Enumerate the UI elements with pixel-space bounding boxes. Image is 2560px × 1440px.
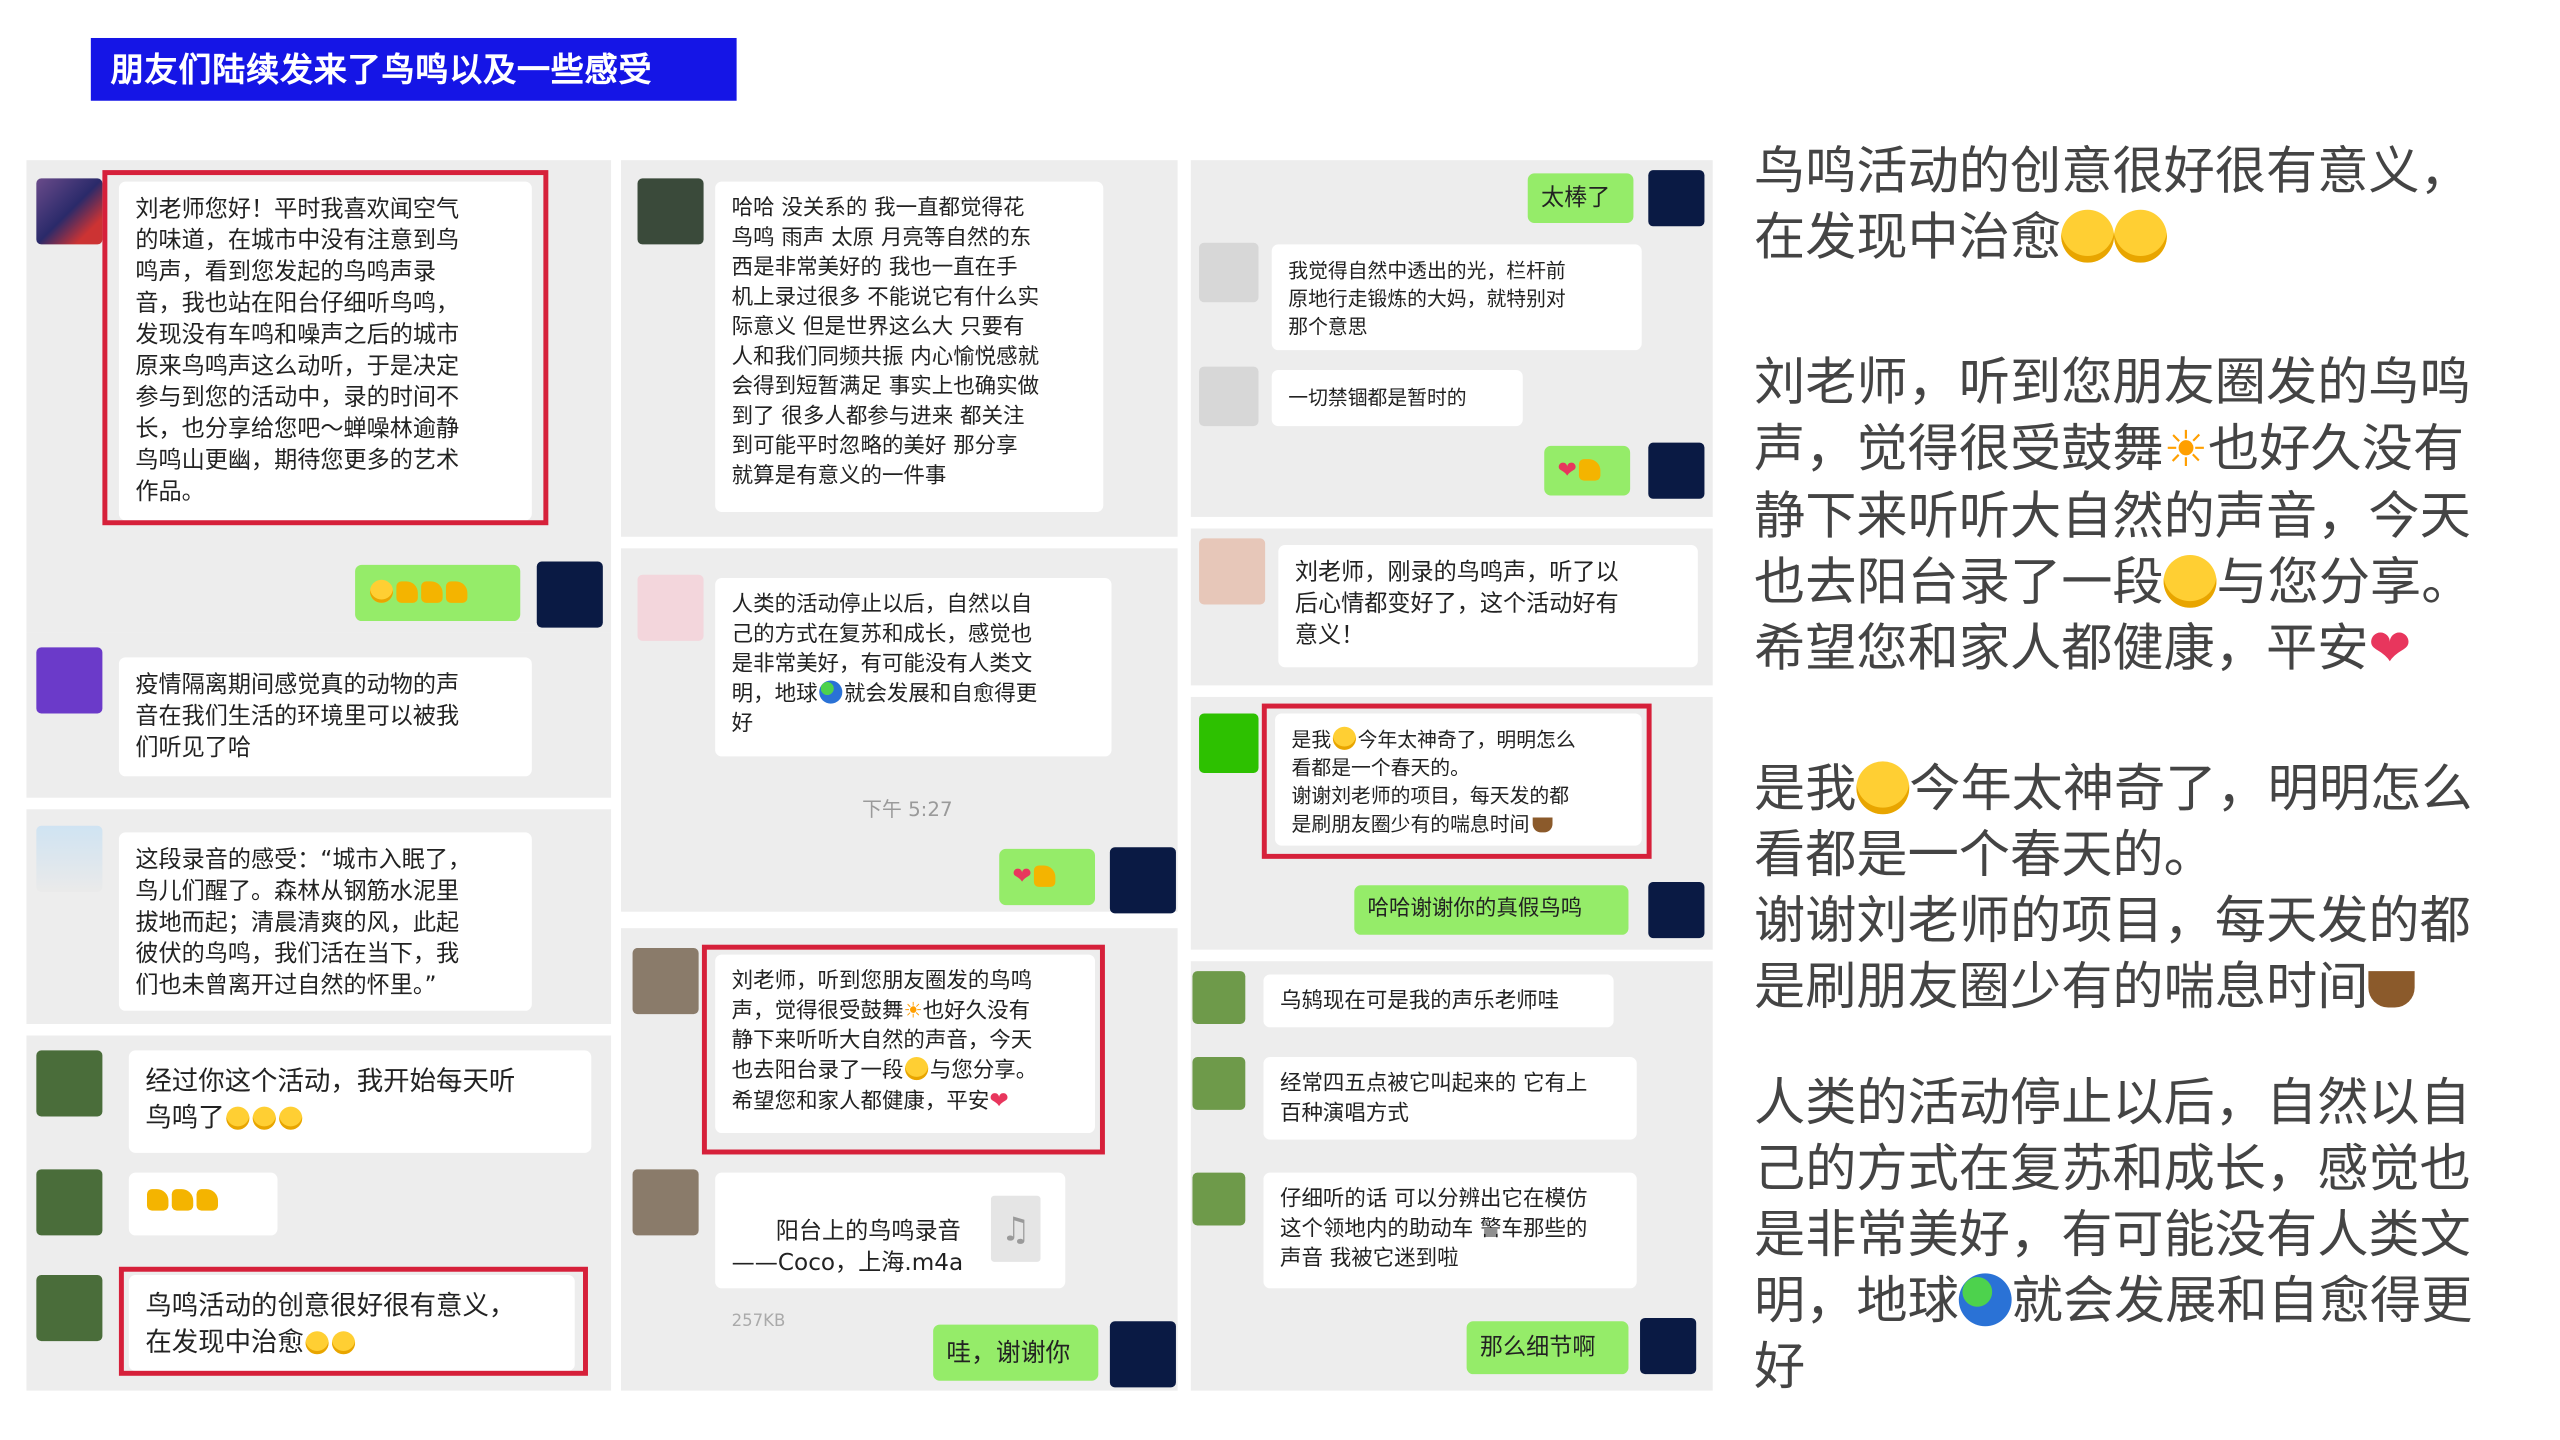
- wechat-avatar-icon[interactable]: [1199, 713, 1259, 773]
- file-name: 阳台上的鸟鸣录音 ——Coco，上海.m4a: [731, 1218, 964, 1277]
- quote-4: 人类的活动停止以后，自然以自 己的方式在复苏和成长，感觉也 是非常美好，有可能没…: [1754, 1070, 2472, 1400]
- message-bubble: 是我 今年太神奇了，明明怎么 看都是一个春天的。 谢谢刘老师的项目，每天发的都 是…: [1275, 713, 1642, 846]
- emoji-icon: [2114, 209, 2167, 263]
- timestamp: 下午 5:27: [862, 797, 953, 821]
- heart-icon: ❤: [989, 1088, 1009, 1115]
- thumbs-up-icon: [1578, 459, 1600, 481]
- own-avatar[interactable]: [1648, 442, 1705, 499]
- thumbs-up-icon: [421, 581, 443, 603]
- message-bubble: 乌鸫现在可是我的声乐老师哇: [1263, 974, 1614, 1028]
- emoji-icon: [905, 1057, 929, 1081]
- heart-icon: ❤: [1557, 457, 1577, 484]
- friend-avatar[interactable]: [36, 1275, 103, 1342]
- globe-icon: [1958, 1273, 2012, 1327]
- sent-message-bubble: 那么细节啊: [1466, 1321, 1629, 1375]
- friend-avatar[interactable]: [637, 178, 704, 245]
- message-bubble: 人类的活动停止以后，自然以自 己的方式在复苏和成长，感觉也 是非常美好，有可能没…: [715, 578, 1112, 757]
- message-text: 是我: [1291, 728, 1332, 752]
- emoji-icon: [2163, 554, 2217, 608]
- thumbs-up-icon: [171, 1189, 194, 1211]
- friend-avatar[interactable]: [1192, 1057, 1246, 1110]
- message-bubble: 刘老师，听到您朋友圈发的鸟鸣 声，觉得很受鼓舞☀也好久没有 静下来听听大自然的声…: [715, 954, 1096, 1133]
- coffee-icon: [1532, 817, 1553, 833]
- friend-avatar[interactable]: [36, 825, 103, 892]
- message-text: 经过你这个活动，我开始每天听 鸟鸣了: [145, 1065, 516, 1133]
- emoji-icon: [305, 1331, 329, 1355]
- message-bubble: 仔细听的话 可以分辨出它在模仿 这个领地内的助动车 警车那些的 声音 我被它迷到…: [1263, 1172, 1637, 1289]
- sent-message-bubble: 哈哈谢谢你的真假鸟鸣: [1354, 885, 1629, 935]
- message-bubble: [128, 1172, 278, 1236]
- own-avatar[interactable]: [536, 561, 603, 628]
- message-bubble: 我觉得自然中透出的光，栏杆前 原地行走锻炼的大妈，就特别对 那个意思: [1271, 244, 1642, 351]
- sent-message-bubble: 哇，谢谢你: [933, 1324, 1099, 1381]
- emoji-icon: [252, 1106, 276, 1130]
- friend-avatar[interactable]: [36, 178, 103, 245]
- emoji-icon: [1856, 761, 1910, 815]
- thumbs-up-icon: [196, 1189, 219, 1211]
- own-avatar[interactable]: [1640, 1317, 1697, 1375]
- sent-message-bubble: ❤: [1544, 445, 1631, 496]
- emoji-icon: [331, 1331, 356, 1355]
- heart-icon: ❤: [2368, 619, 2412, 679]
- friend-avatar[interactable]: [1192, 1172, 1246, 1226]
- emoji-icon: [226, 1106, 250, 1130]
- globe-icon: [819, 680, 843, 704]
- quote-1: 鸟鸣活动的创意很好很有意义， 在发现中治愈: [1754, 139, 2471, 271]
- sent-message-bubble: [355, 564, 521, 622]
- message-bubble: 经常四五点被它叫起来的 它有上 百种演唱方式: [1263, 1057, 1637, 1140]
- sent-message-bubble: 太棒了: [1527, 173, 1634, 223]
- slide-title: 朋友们陆续发来了鸟鸣以及一些感受: [90, 37, 737, 101]
- friend-avatar[interactable]: [36, 647, 103, 714]
- quote-3: 是我 今年太神奇了，明明怎么 看都是一个春天的。 谢谢刘老师的项目，每天发的都 是…: [1754, 756, 2472, 1020]
- emoji-icon: [2061, 209, 2115, 263]
- friend-avatar[interactable]: [637, 574, 704, 641]
- thumbs-up-icon: [396, 581, 418, 603]
- own-avatar[interactable]: [1109, 1321, 1176, 1388]
- slide: 朋友们陆续发来了鸟鸣以及一些感受 刘老师您好！平时我喜欢闻空气 的味道，在城市中…: [0, 0, 2560, 1440]
- emoji-icon: [369, 579, 394, 603]
- emoji-icon: [279, 1106, 303, 1130]
- emoji-icon: [1332, 726, 1356, 750]
- own-avatar[interactable]: [1648, 881, 1705, 939]
- coffee-icon: [2368, 971, 2415, 1008]
- sent-message-bubble: ❤: [999, 848, 1096, 906]
- own-avatar[interactable]: [1648, 170, 1705, 227]
- friend-avatar[interactable]: [36, 1169, 103, 1236]
- thumbs-up-icon: [1033, 865, 1055, 887]
- message-bubble: 疫情隔离期间感觉真的动物的声 音在我们生活的环境里可以被我 们听见了哈: [118, 657, 532, 777]
- friend-avatar[interactable]: [1192, 971, 1246, 1024]
- thumbs-up-icon: [445, 581, 468, 603]
- music-file-icon: ♫: [990, 1195, 1041, 1262]
- sun-icon: ☀: [2163, 421, 2209, 479]
- heart-icon: ❤: [1012, 863, 1032, 891]
- message-bubble: 鸟鸣活动的创意很好很有意义， 在发现中治愈: [128, 1275, 575, 1371]
- quote-text: 是我: [1753, 759, 1857, 820]
- thumbs-up-icon: [146, 1189, 169, 1211]
- quote-text: 鸟鸣活动的创意很好很有意义， 在发现中治愈: [1753, 142, 2471, 268]
- friend-avatar[interactable]: [1199, 242, 1259, 303]
- message-bubble: 刘老师您好！平时我喜欢闻空气 的味道，在城市中没有注意到鸟 鸣声，看到您发起的鸟…: [118, 181, 532, 521]
- friend-avatar[interactable]: [36, 1050, 103, 1117]
- message-bubble: 一切禁锢都是暂时的: [1271, 369, 1523, 427]
- message-bubble: 刘老师，刚录的鸟鸣声，听了以 后心情都变好了，这个活动好有 意义！: [1278, 545, 1698, 668]
- quote-2: 刘老师，听到您朋友圈发的鸟鸣 声，觉得很受鼓舞☀也好久没有 静下来听听大自然的声…: [1754, 350, 2472, 682]
- message-bubble: 经过你这个活动，我开始每天听 鸟鸣了: [128, 1050, 592, 1153]
- message-text: 鸟鸣活动的创意很好很有意义， 在发现中治愈: [145, 1289, 516, 1358]
- friend-avatar[interactable]: [632, 1169, 699, 1236]
- friend-avatar[interactable]: [1199, 538, 1266, 605]
- friend-avatar[interactable]: [1199, 366, 1259, 427]
- message-bubble: 这段录音的感受：“城市入眠了， 鸟儿们醒了。森林从钢筋水泥里 拔地而起；清晨清爽…: [118, 832, 532, 1011]
- message-bubble: 哈哈 没关系的 我一直都觉得花 鸟鸣 雨声 太原 月亮等自然的东 西是非常美好的…: [715, 181, 1104, 512]
- own-avatar[interactable]: [1109, 847, 1176, 914]
- sun-icon: ☀: [903, 999, 923, 1024]
- friend-avatar[interactable]: [632, 948, 699, 1015]
